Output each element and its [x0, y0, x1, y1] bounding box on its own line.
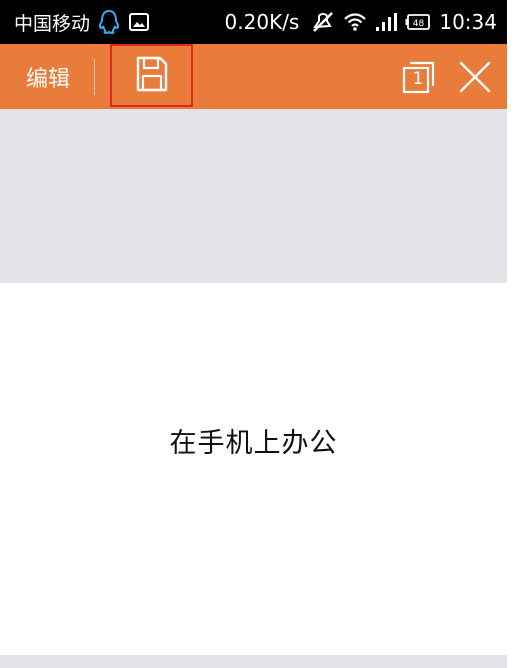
scroll-edge	[507, 0, 522, 668]
network-speed: 0.20K/s	[224, 10, 300, 34]
page-count-number: 1	[412, 69, 424, 89]
close-icon	[459, 61, 491, 93]
edit-button[interactable]: 编辑	[26, 61, 80, 93]
screen: 中国移动 0.20K/s 48 10:34 编辑 1 在手机上办公	[0, 0, 522, 668]
save-icon	[132, 54, 172, 98]
mute-icon	[311, 11, 335, 33]
status-right: 0.20K/s 48 10:34	[225, 10, 497, 34]
battery-icon: 48	[405, 13, 431, 31]
signal-icon	[375, 12, 398, 32]
document-text: 在手机上办公	[169, 428, 338, 459]
save-button[interactable]	[110, 44, 193, 107]
carrier-name: 中国移动	[14, 12, 91, 35]
document-page[interactable]: 在手机上办公	[0, 283, 507, 655]
image-notification-icon	[128, 12, 150, 32]
qq-icon	[98, 9, 120, 35]
status-clock: 10:34	[439, 10, 497, 34]
editor-toolbar: 编辑 1	[0, 44, 507, 109]
toolbar-divider	[94, 58, 95, 95]
status-bar: 中国移动 0.20K/s 48 10:34	[0, 0, 507, 44]
page-gap-top	[0, 109, 507, 283]
close-button[interactable]	[458, 60, 492, 94]
page-gap-bottom	[0, 655, 507, 668]
battery-level: 48	[413, 19, 425, 29]
status-left: 中国移动	[14, 9, 150, 36]
wifi-icon	[343, 12, 367, 32]
page-count-button[interactable]: 1	[400, 58, 438, 96]
